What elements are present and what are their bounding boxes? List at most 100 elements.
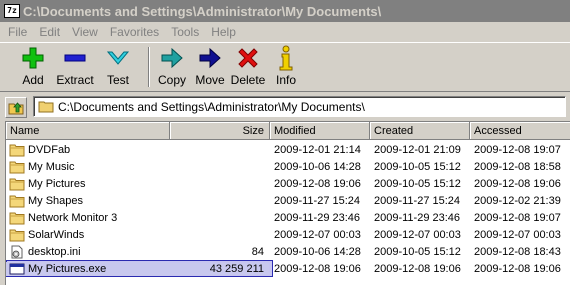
menu-file[interactable]: File	[0, 25, 33, 39]
delete-x-icon	[233, 45, 263, 71]
delete-label: Delete	[230, 73, 266, 87]
plus-icon	[18, 45, 48, 71]
menu-bar: File Edit View Favorites Tools Help	[0, 23, 570, 41]
file-accessed: 2009-12-08 19:07	[474, 211, 561, 224]
file-row[interactable]: Network Monitor 3 2009-11-29 23:46 2009-11…	[6, 209, 569, 226]
folder-icon	[9, 229, 25, 241]
file-created: 2009-11-29 23:46	[374, 211, 461, 224]
application-icon	[9, 263, 25, 274]
file-modified: 2009-12-01 21:14	[274, 143, 361, 156]
address-bar	[0, 94, 570, 120]
file-row[interactable]: DVDFab 2009-12-01 21:14 2009-12-01 21:09 20…	[6, 141, 569, 158]
file-name-cell[interactable]: My Pictures	[6, 177, 169, 191]
column-header-created[interactable]: Created	[370, 122, 470, 140]
column-header-modified[interactable]: Modified	[270, 122, 370, 140]
folder-icon	[9, 178, 25, 190]
file-name-cell[interactable]: My Pictures.exe	[6, 261, 169, 276]
file-created: 2009-12-08 19:06	[374, 262, 461, 275]
title-bar: 7z C:\Documents and Settings\Administrat…	[0, 0, 570, 22]
info-label: Info	[275, 73, 296, 87]
checkmark-icon	[103, 45, 133, 71]
file-accessed: 2009-12-08 19:07	[474, 143, 561, 156]
move-label: Move	[195, 73, 225, 87]
address-input[interactable]	[58, 99, 538, 114]
file-accessed: 2009-12-08 18:58	[474, 160, 561, 173]
folder-icon	[9, 195, 25, 207]
file-name-cell[interactable]: My Shapes	[6, 194, 169, 208]
menu-tools[interactable]: Tools	[165, 25, 205, 39]
file-name: DVDFab	[28, 143, 71, 156]
add-button[interactable]: Add	[14, 45, 52, 89]
extract-label: Extract	[56, 73, 94, 87]
menu-help[interactable]: Help	[205, 25, 242, 39]
info-button[interactable]: Info	[272, 45, 300, 89]
file-name-cell[interactable]: Network Monitor 3	[6, 211, 169, 225]
column-header-row: Name Size Modified Created Accessed	[6, 122, 570, 140]
file-accessed: 2009-12-07 00:03	[474, 228, 561, 241]
settings-file-icon	[11, 245, 23, 258]
copy-label: Copy	[157, 73, 186, 87]
file-row[interactable]: My Shapes 2009-11-27 15:24 2009-11-27 15:2…	[6, 192, 569, 209]
move-arrow-icon	[195, 45, 225, 71]
column-header-accessed[interactable]: Accessed	[470, 122, 570, 140]
file-modified: 2009-12-08 19:06	[274, 262, 361, 275]
file-name-cell[interactable]: My Music	[6, 160, 169, 174]
file-modified: 2009-12-07 00:03	[274, 228, 361, 241]
file-row[interactable]: desktop.ini 84 2009-10-06 14:28 2009-10-05 …	[6, 243, 569, 260]
folder-icon	[9, 161, 25, 173]
file-modified: 2009-11-29 23:46	[274, 211, 361, 224]
menu-view[interactable]: View	[66, 25, 104, 39]
file-rows: DVDFab 2009-12-01 21:14 2009-12-01 21:09 20…	[6, 141, 569, 277]
folder-up-icon	[8, 102, 24, 115]
info-icon	[271, 45, 301, 71]
file-created: 2009-10-05 15:12	[374, 245, 461, 258]
file-created: 2009-10-05 15:12	[374, 177, 461, 190]
app-7z-icon[interactable]: 7z	[4, 4, 20, 18]
address-field[interactable]	[33, 96, 566, 117]
window-title: C:\Documents and Settings\Administrator\…	[23, 3, 382, 19]
file-created: 2009-12-01 21:09	[374, 143, 461, 156]
file-modified: 2009-12-08 19:06	[274, 177, 361, 190]
test-label: Test	[106, 73, 129, 87]
file-name-cell[interactable]: SolarWinds	[6, 228, 169, 242]
file-size: 43 259 211	[169, 262, 269, 275]
toolbar: Add Extract Test Copy Move Delete Info	[0, 42, 570, 92]
file-name: desktop.ini	[28, 245, 81, 258]
file-name: My Pictures	[28, 177, 86, 190]
file-created: 2009-10-05 15:12	[374, 160, 461, 173]
file-name: SolarWinds	[28, 228, 85, 241]
column-header-name[interactable]: Name	[6, 122, 170, 140]
folder-icon	[38, 101, 54, 113]
copy-arrow-icon	[157, 45, 187, 71]
column-header-size[interactable]: Size	[170, 122, 270, 140]
file-row[interactable]: My Pictures 2009-12-08 19:06 2009-10-05 15…	[6, 175, 569, 192]
file-row[interactable]: My Pictures.exe 43 259 211 2009-12-08 19:0…	[6, 260, 569, 277]
file-name: Network Monitor 3	[28, 211, 118, 224]
file-name: My Pictures.exe	[28, 262, 107, 275]
file-name: My Music	[28, 160, 75, 173]
file-name: My Shapes	[28, 194, 84, 207]
folder-icon	[9, 212, 25, 224]
copy-button[interactable]: Copy	[156, 45, 188, 89]
file-row[interactable]: My Music 2009-10-06 14:28 2009-10-05 15:12…	[6, 158, 569, 175]
file-modified: 2009-11-27 15:24	[274, 194, 361, 207]
test-button[interactable]: Test	[102, 45, 134, 89]
file-accessed: 2009-12-02 21:39	[474, 194, 561, 207]
file-accessed: 2009-12-08 19:06	[474, 177, 561, 190]
folder-up-button[interactable]	[5, 97, 27, 118]
delete-button[interactable]: Delete	[230, 45, 266, 89]
menu-edit[interactable]: Edit	[33, 25, 66, 39]
move-button[interactable]: Move	[194, 45, 226, 89]
file-name-cell[interactable]: DVDFab	[6, 143, 169, 157]
file-created: 2009-12-07 00:03	[374, 228, 461, 241]
file-row[interactable]: SolarWinds 2009-12-07 00:03 2009-12-07 00:…	[6, 226, 569, 243]
minus-icon	[60, 45, 90, 71]
file-accessed: 2009-12-08 19:06	[474, 262, 561, 275]
file-list: Name Size Modified Created Accessed DVDF…	[5, 121, 570, 285]
add-label: Add	[22, 73, 44, 87]
file-created: 2009-11-27 15:24	[374, 194, 461, 207]
menu-favorites[interactable]: Favorites	[104, 25, 165, 39]
folder-icon	[9, 144, 25, 156]
file-name-cell[interactable]: desktop.ini	[6, 245, 169, 259]
extract-button[interactable]: Extract	[54, 45, 96, 89]
